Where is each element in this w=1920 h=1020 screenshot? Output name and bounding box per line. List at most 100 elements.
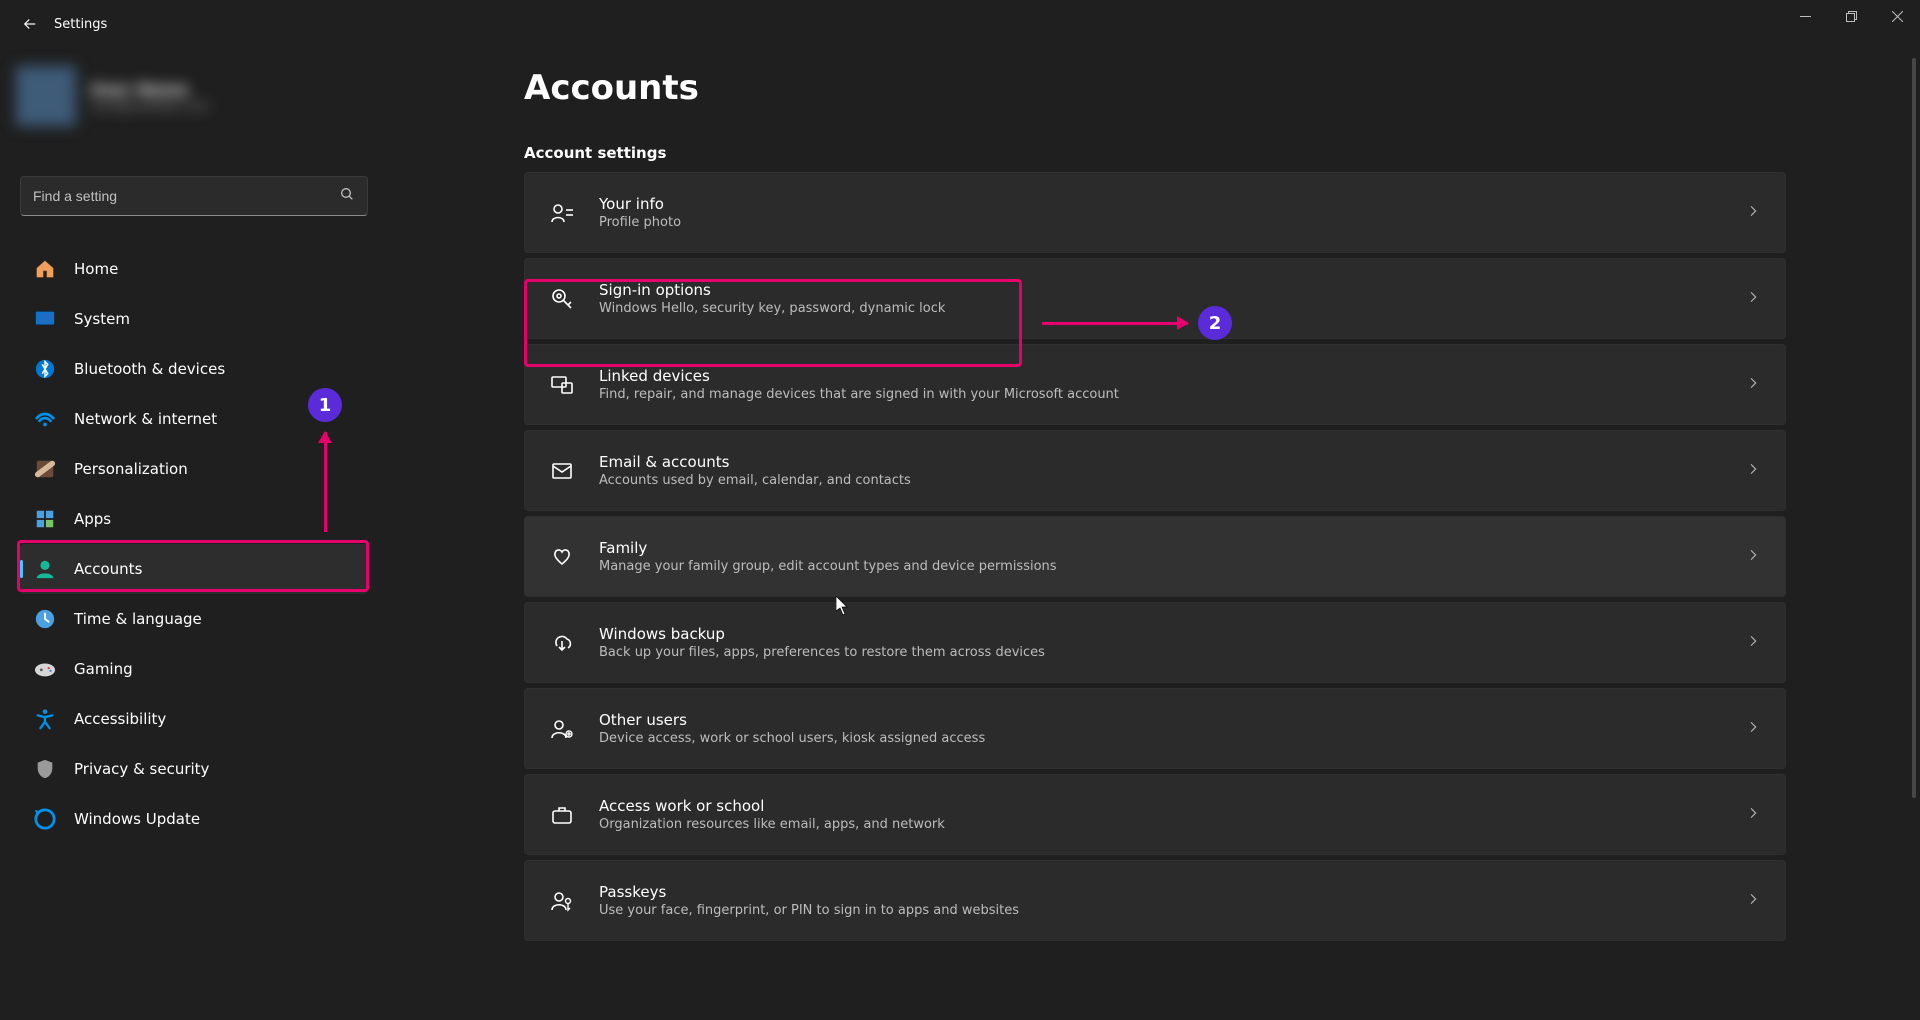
close-button[interactable] (1874, 0, 1920, 32)
sidebar-item-apps[interactable]: Apps (20, 494, 368, 544)
card-title: Access work or school (599, 797, 1721, 815)
card-text: Passkeys Use your face, fingerprint, or P… (599, 883, 1721, 918)
bluetooth-icon (34, 358, 56, 380)
card-text: Email & accountsAccounts used by email, … (599, 453, 1721, 488)
chevron-right-icon (1745, 633, 1761, 653)
time-icon (34, 608, 56, 630)
chevron-right-icon (1745, 891, 1761, 911)
backup-icon (549, 630, 575, 656)
card-desc: Back up your files, apps, preferences to… (599, 645, 1721, 660)
search-box[interactable] (20, 176, 368, 216)
sidebar-item-windows-update[interactable]: Windows Update (20, 794, 368, 844)
chevron-right-icon (1745, 203, 1761, 223)
maximize-button[interactable] (1828, 0, 1874, 32)
card-text: FamilyManage your family group, edit acc… (599, 539, 1721, 574)
sidebar-nav: Home System Bluetooth & devices Network & i… (20, 244, 368, 844)
sidebar-item-label: System (74, 310, 130, 328)
card-desc: Windows Hello, security key, password, d… (599, 301, 1721, 316)
sidebar-item-network-internet[interactable]: Network & internet (20, 394, 368, 444)
sidebar-item-privacy-security[interactable]: Privacy & security (20, 744, 368, 794)
close-icon (1892, 11, 1903, 22)
users-icon (549, 716, 575, 742)
maximize-icon (1846, 11, 1857, 22)
sidebar-item-system[interactable]: System (20, 294, 368, 344)
card-desc: Use your face, fingerprint, or PIN to si… (599, 903, 1721, 918)
card-title: Passkeys (599, 883, 1721, 901)
card-text: Your info Profile photo (599, 195, 1721, 230)
work-icon (549, 802, 575, 828)
chevron-right-icon (1745, 289, 1761, 309)
card-title: Linked devices (599, 367, 1721, 385)
sidebar-item-personalization[interactable]: Personalization (20, 444, 368, 494)
card-desc: Profile photo (599, 215, 1721, 230)
card-list: Your info Profile photo Sign-in options Win… (524, 172, 1786, 941)
system-icon (34, 308, 56, 330)
apps-icon (34, 508, 56, 530)
sidebar-item-home[interactable]: Home (20, 244, 368, 294)
section-label: Account settings (524, 144, 1786, 162)
scrollbar[interactable] (1912, 58, 1916, 798)
card-title: Windows backup (599, 625, 1721, 643)
sidebar-item-label: Network & internet (74, 410, 217, 428)
search-icon (339, 186, 355, 206)
window-controls (1782, 0, 1920, 32)
card-title: Your info (599, 195, 1721, 213)
arrow-left-icon (21, 15, 39, 33)
gaming-icon (34, 658, 56, 680)
sidebar-item-time-language[interactable]: Time & language (20, 594, 368, 644)
sidebar-item-accessibility[interactable]: Accessibility (20, 694, 368, 744)
chevron-right-icon (1745, 805, 1761, 825)
sidebar-item-label: Windows Update (74, 810, 200, 828)
window-title: Settings (54, 17, 107, 32)
update-icon (34, 808, 56, 830)
card-text: Linked devices Find, repair, and manage d… (599, 367, 1721, 402)
minimize-button[interactable] (1782, 0, 1828, 32)
card-title: Other users (599, 711, 1721, 729)
settings-card-email-accounts[interactable]: Email & accountsAccounts used by email, … (524, 430, 1786, 511)
card-title: Sign-in options (599, 281, 1721, 299)
card-text: Access work or school Organization resour… (599, 797, 1721, 832)
back-button[interactable] (10, 4, 50, 44)
sidebar-item-label: Home (74, 260, 118, 278)
card-desc: Organization resources like email, apps,… (599, 817, 1721, 832)
sidebar-item-label: Apps (74, 510, 111, 528)
sidebar-item-label: Privacy & security (74, 760, 209, 778)
settings-card-windows-backup[interactable]: Windows backup Back up your files, apps, … (524, 602, 1786, 683)
sidebar-item-label: Accessibility (74, 710, 166, 728)
home-icon (34, 258, 56, 280)
email-icon (549, 458, 575, 484)
settings-card-passkeys[interactable]: Passkeys Use your face, fingerprint, or P… (524, 860, 1786, 941)
card-text: Other usersDevice access, work or school… (599, 711, 1721, 746)
sidebar-item-label: Bluetooth & devices (74, 360, 225, 378)
titlebar: Settings (0, 0, 1920, 48)
search-input[interactable] (33, 188, 339, 204)
sidebar-item-label: Time & language (74, 610, 202, 628)
main-content: Accounts Account settings Your infoProfi… (524, 68, 1786, 941)
sidebar-item-label: Accounts (74, 560, 142, 578)
card-title: Email & accounts (599, 453, 1721, 471)
card-title: Family (599, 539, 1721, 557)
user-block[interactable]: User Name user@example.com (16, 56, 296, 136)
user-name: User Name (90, 80, 209, 99)
chevron-right-icon (1745, 375, 1761, 395)
user-email: user@example.com (90, 99, 209, 113)
settings-card-family[interactable]: FamilyManage your family group, edit acc… (524, 516, 1786, 597)
chevron-right-icon (1745, 719, 1761, 739)
sidebar-item-bluetooth-devices[interactable]: Bluetooth & devices (20, 344, 368, 394)
sidebar-item-accounts[interactable]: Accounts (20, 544, 368, 594)
linked-icon (549, 372, 575, 398)
personalization-icon (34, 458, 56, 480)
settings-card-access-work-or-school[interactable]: Access work or school Organization resour… (524, 774, 1786, 855)
settings-card-sign-in-options[interactable]: Sign-in options Windows Hello, security k… (524, 258, 1786, 339)
sidebar-item-label: Gaming (74, 660, 133, 678)
privacy-icon (34, 758, 56, 780)
accessibility-icon (34, 708, 56, 730)
sidebar-item-gaming[interactable]: Gaming (20, 644, 368, 694)
settings-card-other-users[interactable]: Other usersDevice access, work or school… (524, 688, 1786, 769)
card-desc: Find, repair, and manage devices that ar… (599, 387, 1721, 402)
your-info-icon (549, 200, 575, 226)
settings-card-linked-devices[interactable]: Linked devices Find, repair, and manage d… (524, 344, 1786, 425)
card-text: Windows backup Back up your files, apps, … (599, 625, 1721, 660)
chevron-right-icon (1745, 461, 1761, 481)
settings-card-your-info[interactable]: Your info Profile photo (524, 172, 1786, 253)
